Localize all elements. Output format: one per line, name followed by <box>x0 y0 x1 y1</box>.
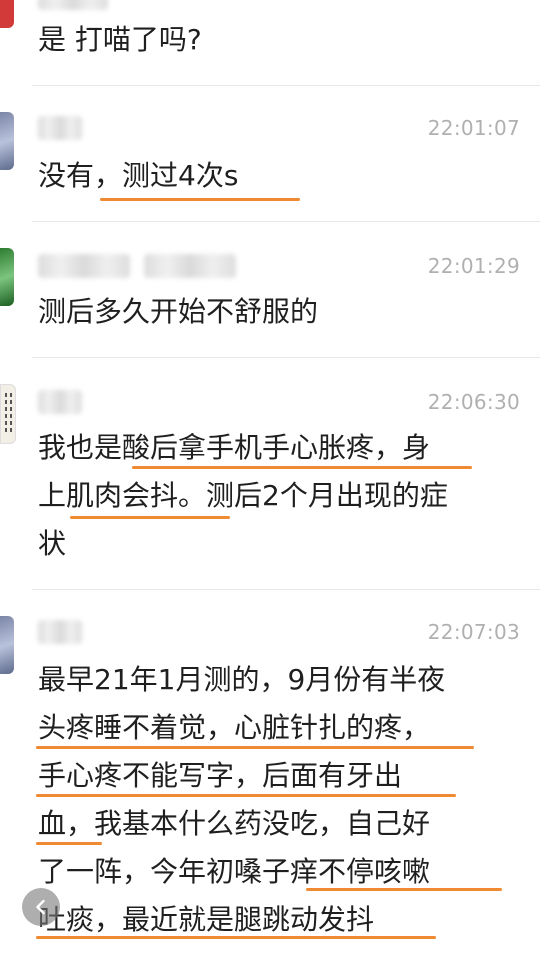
highlight-underline <box>132 466 472 469</box>
highlight-underline <box>36 746 474 749</box>
highlight-underline <box>70 516 230 519</box>
message-time: 22:07:03 <box>427 620 520 644</box>
highlight-underline <box>36 794 456 797</box>
divider <box>32 85 540 86</box>
avatar[interactable] <box>0 248 14 306</box>
highlight-underline <box>100 198 300 201</box>
message-text: 是 打喵了吗? <box>38 23 202 56</box>
sender-name-blurred <box>38 116 82 140</box>
sender-name-blurred <box>38 254 130 278</box>
message-text: 我也是酸后拿手机手心胀疼，身 上肌肉会抖。测后2个月出现的症 状 <box>38 431 448 560</box>
sender-name-blurred <box>38 0 108 10</box>
divider <box>32 221 540 222</box>
message-text: 最早21年1月测的，9月份有半夜 头疼睡不着觉，心脏针扎的疼， 手心疼不能写字，… <box>38 663 446 936</box>
avatar[interactable] <box>0 112 14 170</box>
message-time: 22:01:29 <box>427 254 520 278</box>
avatar[interactable] <box>0 384 16 444</box>
sender-name-blurred <box>38 620 82 644</box>
divider <box>32 589 540 590</box>
sender-name-blurred <box>144 254 236 278</box>
avatar[interactable] <box>0 616 14 674</box>
message-text: 测后多久开始不舒服的 <box>38 295 319 328</box>
sender-name-blurred <box>38 390 82 414</box>
highlight-underline <box>36 936 436 939</box>
divider <box>32 357 540 358</box>
avatar[interactable] <box>0 0 14 28</box>
message-time: 22:06:30 <box>427 390 520 414</box>
highlight-underline <box>306 888 502 891</box>
message-time: 22:01:07 <box>427 116 520 140</box>
highlight-underline <box>36 842 102 845</box>
back-button[interactable] <box>22 888 60 926</box>
chevron-left-icon <box>36 899 45 915</box>
message-text: 没有，测过4次s <box>38 159 239 192</box>
